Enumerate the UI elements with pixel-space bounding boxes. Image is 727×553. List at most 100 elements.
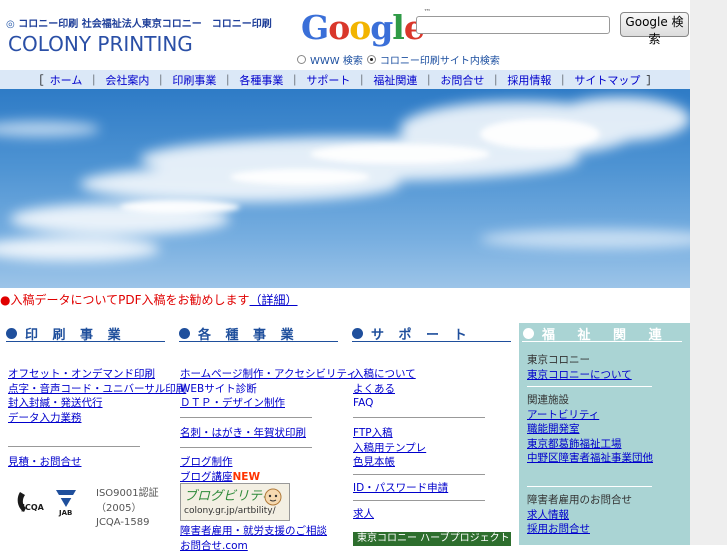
support-links-3: ID・パスワード申請 xyxy=(353,481,448,496)
estimate-contact-link[interactable]: 見積・お問合せ xyxy=(8,455,82,470)
section-title-printing: 印 刷 事 業 xyxy=(25,324,126,343)
svg-text:JCQA: JCQA xyxy=(21,503,45,512)
nav-item-business[interactable]: 各種事業 xyxy=(239,72,283,88)
jcqa-badge-icon: JCQA xyxy=(14,488,46,518)
notice-line: ●入稿データについてPDF入稿をお勧めします（詳細） xyxy=(0,291,298,308)
radio-www[interactable] xyxy=(297,55,306,64)
blog-banner[interactable]: ブログビリティ colony.gr.jp/artbility/ xyxy=(180,483,290,521)
search-input[interactable] xyxy=(416,16,610,34)
herb-project-banner[interactable]: 東京コロニー ハーブプロジェクト xyxy=(353,532,511,546)
business-links-4: 障害者雇用・就労支援のご相談 お問合せ.com xyxy=(180,524,327,553)
site-logo[interactable]: COLONY PRINTING xyxy=(8,32,193,56)
group-label: 障害者雇用のお問合せ xyxy=(527,493,632,508)
jab-badge-icon: JAB xyxy=(52,487,80,519)
welfare-link[interactable]: 採用お問合せ xyxy=(527,522,632,537)
support-links-2: FTP入稿 入稿用テンプレ 色見本帳 xyxy=(353,426,426,470)
business-link[interactable]: 名刺・はがき・年賀状印刷 xyxy=(180,426,306,441)
business-link[interactable]: 障害者雇用・就労支援のご相談 xyxy=(180,524,327,539)
business-link[interactable]: WEBサイト診断 xyxy=(180,382,357,397)
section-head-printing: 印 刷 事 業 xyxy=(6,324,126,342)
support-links: 入稿について よくある FAQ xyxy=(353,367,416,411)
welfare-link[interactable]: 職能開発室 xyxy=(527,422,653,437)
iso-line: （2005） xyxy=(96,502,159,517)
template-link[interactable]: 入稿用テンプレ xyxy=(353,441,426,456)
global-nav: ［ ホーム｜ 会社案内｜ 印刷事業｜ 各種事業｜ サポート｜ 福祉関連｜ お問合… xyxy=(0,70,690,89)
group-label: 東京コロニー xyxy=(527,353,632,368)
google-logo: Google™ xyxy=(301,8,430,47)
welfare-group-3: 障害者雇用のお問合せ 求人情報 採用お問合せ xyxy=(527,493,632,537)
colony-logo-mark-icon: ◎ xyxy=(6,19,15,30)
divider xyxy=(353,500,485,501)
printing-link[interactable]: データ入力業務 xyxy=(8,411,186,426)
section-title-support: サ ポ ー ト xyxy=(371,324,472,343)
nav-item-printing[interactable]: 印刷事業 xyxy=(172,72,216,88)
org-name-text: コロニー印刷 社会福祉法人東京コロニー コロニー印刷 xyxy=(18,19,271,30)
character-face-icon xyxy=(261,487,285,507)
welfare-link[interactable]: 東京都葛飾福祉工場 xyxy=(527,437,653,452)
divider xyxy=(180,417,312,418)
welfare-group-1: 東京コロニー 東京コロニーについて xyxy=(527,353,632,382)
nav-item-support[interactable]: サポート xyxy=(306,72,350,88)
section-title-welfare: 福 祉 関 連 xyxy=(542,324,671,343)
notice-text: 入稿データについてPDF入稿をお勧めします xyxy=(10,293,249,307)
divider xyxy=(180,447,312,448)
section-underline xyxy=(6,341,165,342)
blog-link[interactable]: ブログ制作 xyxy=(180,455,260,470)
nav-item-recruit[interactable]: 採用情報 xyxy=(507,72,551,88)
nav-item-welfare[interactable]: 福祉関連 xyxy=(373,72,417,88)
section-underline xyxy=(179,341,338,342)
iso-line: ISO9001認証 xyxy=(96,487,159,502)
nav-item-sitemap[interactable]: サイトマップ xyxy=(574,72,640,88)
welfare-link[interactable]: アートビリティ xyxy=(527,408,653,423)
google-search-button[interactable]: Google 検索 xyxy=(620,12,689,37)
id-password-link[interactable]: ID・パスワード申請 xyxy=(353,481,448,496)
printing-link[interactable]: 封入封緘・発送代行 xyxy=(8,396,186,411)
section-bullet-icon xyxy=(523,328,534,339)
iso-line: JCQA-1589 xyxy=(96,516,159,531)
business-link[interactable]: ホームページ制作・アクセシビリティ xyxy=(180,367,357,382)
printing-link[interactable]: 点字・音声コード・ユニバーサル印刷 xyxy=(8,382,186,397)
business-link[interactable]: お問合せ.com xyxy=(180,539,327,553)
support-link[interactable]: 入稿について xyxy=(353,367,416,382)
nav-item-home[interactable]: ホーム xyxy=(50,72,83,88)
window-margin xyxy=(690,0,727,545)
business-links-2: 名刺・はがき・年賀状印刷 xyxy=(180,426,306,441)
nav-item-company[interactable]: 会社案内 xyxy=(105,72,149,88)
new-badge: NEW xyxy=(233,471,261,483)
notice-detail-link[interactable]: （詳細） xyxy=(250,293,298,307)
printing-link[interactable]: オフセット・オンデマンド印刷 xyxy=(8,367,186,382)
group-label: 関連施設 xyxy=(527,393,653,408)
printing-links: オフセット・オンデマンド印刷 点字・音声コード・ユニバーサル印刷 封入封緘・発送… xyxy=(8,367,186,425)
business-links: ホームページ制作・アクセシビリティ WEBサイト診断 ＤＴＰ・デザイン制作 xyxy=(180,367,357,411)
color-sample-link[interactable]: 色見本帳 xyxy=(353,455,426,470)
welfare-link[interactable]: 東京コロニーについて xyxy=(527,368,632,383)
support-link[interactable]: よくある xyxy=(353,382,416,397)
section-underline xyxy=(352,341,511,342)
divider xyxy=(527,386,652,387)
welfare-link[interactable]: 求人情報 xyxy=(527,508,632,523)
blog-banner-url: colony.gr.jp/artbility/ xyxy=(184,506,276,516)
search-scope-radios: WWW 検索 コロニー印刷サイト内検索 xyxy=(297,52,500,67)
business-link[interactable]: ＤＴＰ・デザイン制作 xyxy=(180,396,357,411)
welfare-link[interactable]: 中野区障害者福祉事業団他 xyxy=(527,451,653,466)
divider xyxy=(8,446,140,447)
iso-info: ISO9001認証 （2005） JCQA-1589 xyxy=(96,487,159,531)
radio-site-label: コロニー印刷サイト内検索 xyxy=(380,52,500,67)
page: ◎ コロニー印刷 社会福祉法人東京コロニー コロニー印刷 COLONY PRIN… xyxy=(0,0,690,545)
section-title-business: 各 種 事 業 xyxy=(198,324,299,343)
faq-link[interactable]: FAQ xyxy=(353,396,416,411)
recruit-link[interactable]: 求人 xyxy=(353,507,374,522)
nav-item-contact[interactable]: お問合せ xyxy=(440,72,484,88)
radio-site[interactable] xyxy=(367,55,376,64)
ftp-upload-link[interactable]: FTP入稿 xyxy=(353,426,426,441)
section-bullet-icon xyxy=(352,328,363,339)
support-links-4: 求人 xyxy=(353,507,374,522)
divider xyxy=(353,417,485,418)
blog-course-link[interactable]: ブログ講座 xyxy=(180,471,233,483)
printing-links-2: 見積・お問合せ xyxy=(8,455,82,470)
svg-text:JAB: JAB xyxy=(58,509,72,517)
section-bullet-icon xyxy=(179,328,190,339)
section-underline xyxy=(522,341,682,342)
welfare-group-2: 関連施設 アートビリティ 職能開発室 東京都葛飾福祉工場 中野区障害者福祉事業団… xyxy=(527,393,653,466)
hero-sky-image xyxy=(0,89,690,288)
